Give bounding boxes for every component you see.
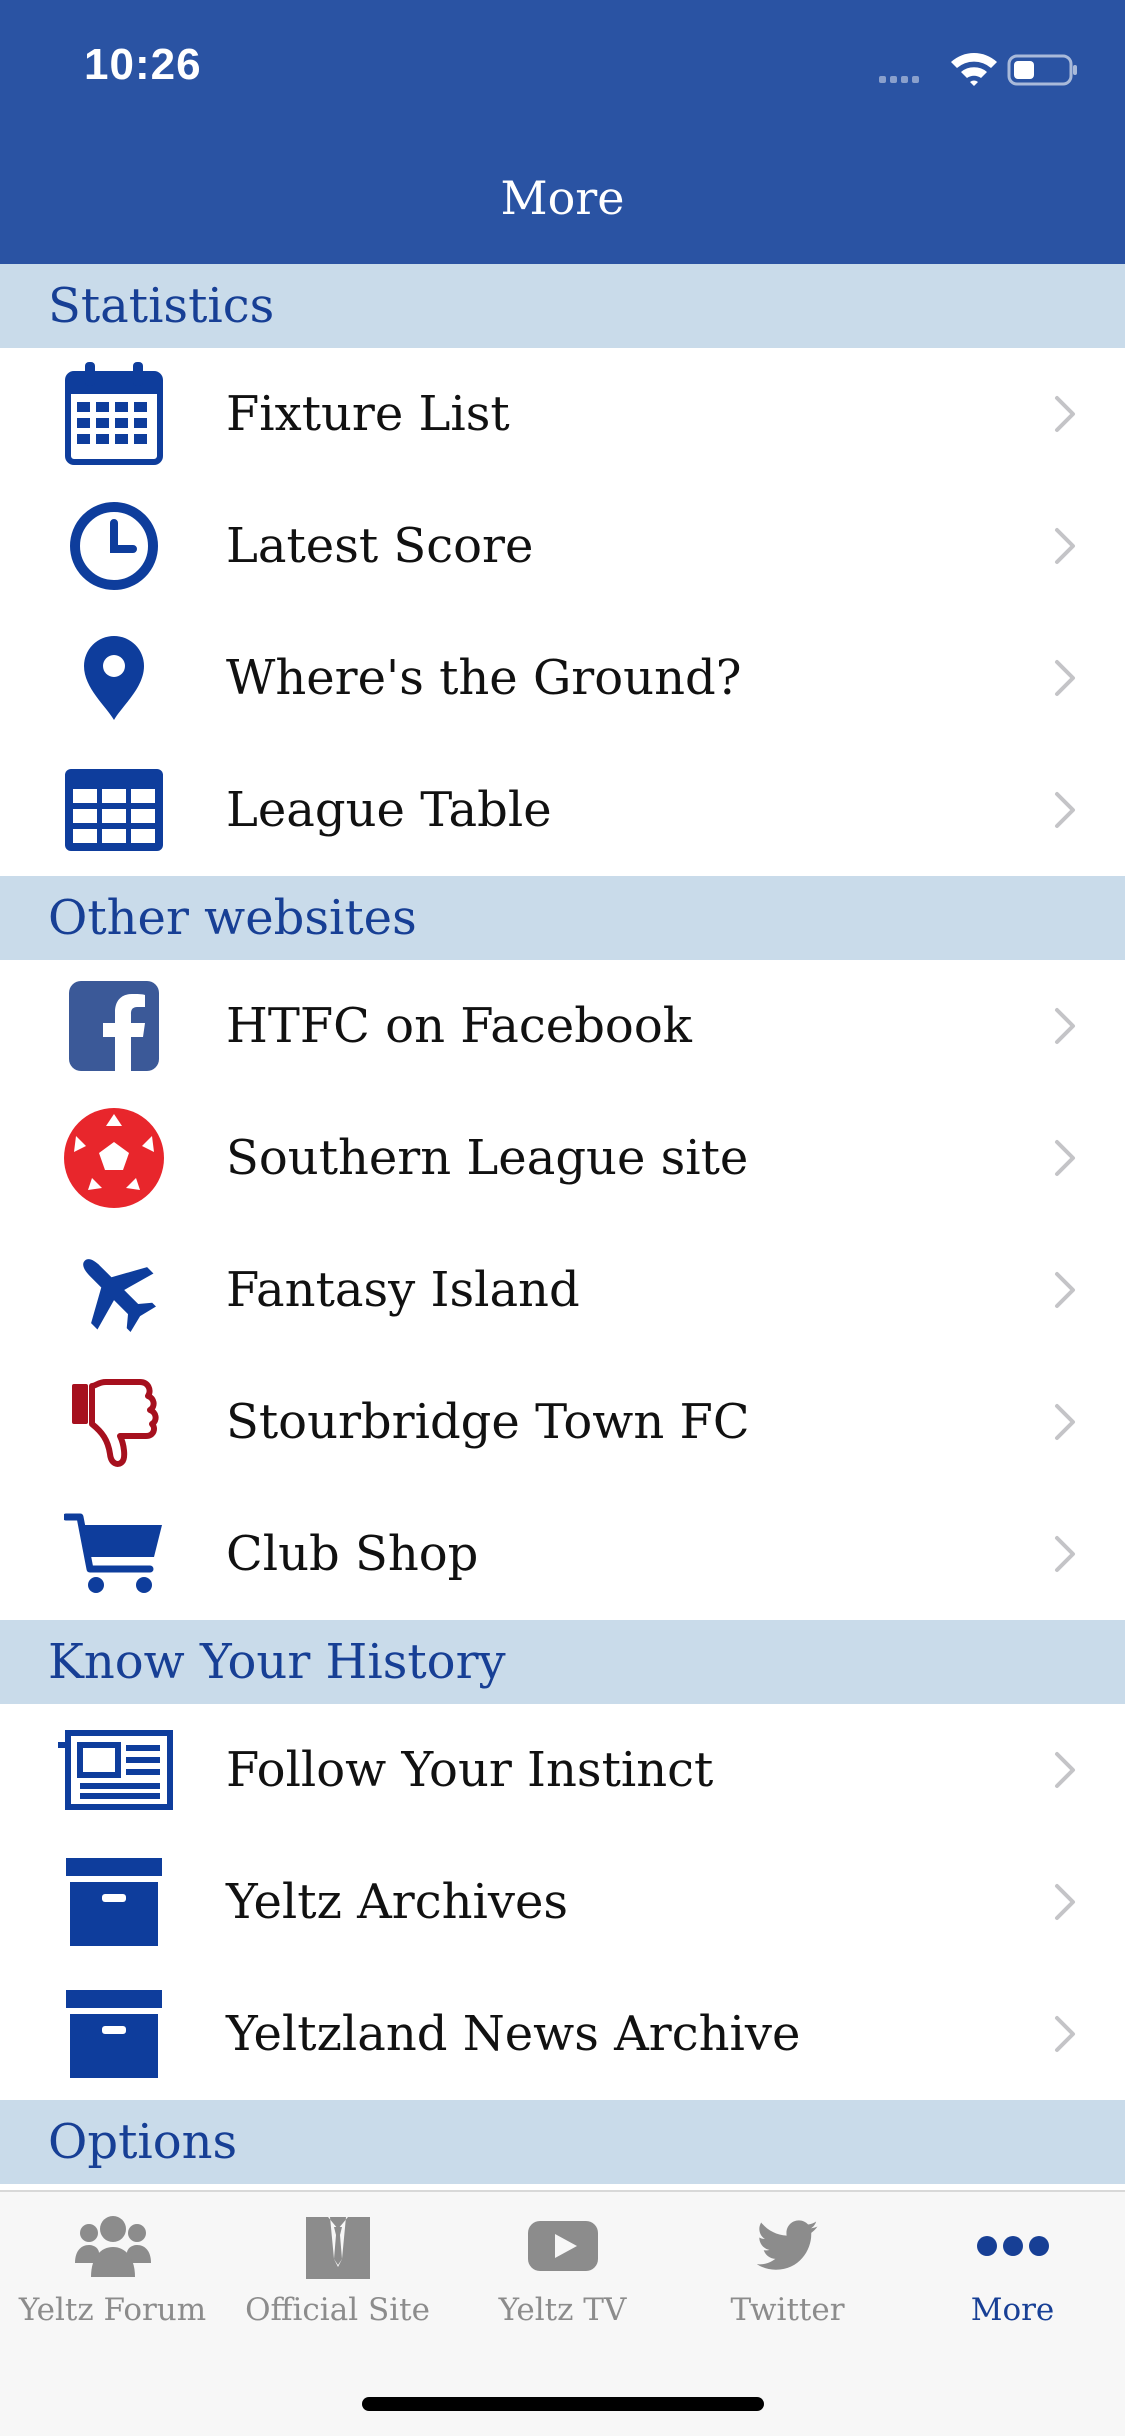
list-item-label: Yeltz Archives (226, 1874, 569, 1930)
list-item-label: Where's the Ground? (226, 650, 742, 706)
list-item-label: Stourbridge Town FC (226, 1394, 750, 1450)
chevron-right-icon (1055, 2016, 1075, 2052)
wifi-icon (951, 53, 997, 86)
football-icon (50, 1108, 178, 1208)
thumbs-down-icon (50, 1378, 178, 1467)
newspaper-icon (50, 1726, 178, 1814)
shopping-cart-icon (50, 1510, 178, 1598)
more-dots-icon (976, 2236, 1049, 2256)
chevron-right-icon (1055, 1884, 1075, 1920)
section-header-other-websites: Other websites (0, 876, 1125, 960)
list-item-league-table[interactable]: League Table (0, 744, 1125, 876)
list-item-club-shop[interactable]: Club Shop (0, 1488, 1125, 1620)
more-list[interactable]: Statistics Fixture List Latest Score Whe… (0, 264, 1125, 2190)
list-item-label: Yeltzland News Archive (226, 2006, 801, 2062)
list-item-label: Southern League site (226, 1130, 749, 1186)
chevron-right-icon (1055, 792, 1075, 828)
chevron-right-icon (1055, 1752, 1075, 1788)
users-icon (74, 2216, 151, 2277)
list-item-southern-league-site[interactable]: Southern League site (0, 1092, 1125, 1224)
chevron-right-icon (1055, 1404, 1075, 1440)
list-item-label: Fixture List (226, 386, 510, 442)
list-item-latest-score[interactable]: Latest Score (0, 480, 1125, 612)
chevron-right-icon (1055, 528, 1075, 564)
chevron-right-icon (1055, 1536, 1075, 1572)
list-item-label: Follow Your Instinct (226, 1742, 714, 1798)
section-header-statistics: Statistics (0, 264, 1125, 348)
shirt-icon (305, 2217, 370, 2279)
list-item-label: Fantasy Island (226, 1262, 580, 1318)
tab-yeltz-tv[interactable]: Yeltz TV (450, 2206, 675, 2346)
archive-box-icon (50, 1858, 178, 1946)
status-time: 10:26 (84, 40, 202, 89)
list-item-wheres-the-ground[interactable]: Where's the Ground? (0, 612, 1125, 744)
list-item-htfc-on-facebook[interactable]: HTFC on Facebook (0, 960, 1125, 1092)
cellular-signal-icon (879, 76, 919, 83)
tab-label: Twitter (730, 2292, 845, 2328)
status-icons (879, 53, 1077, 86)
tab-label: Yeltz Forum (18, 2292, 207, 2328)
nav-bar: More (0, 132, 1125, 264)
list-item-label: League Table (226, 782, 552, 838)
facebook-icon (50, 981, 178, 1071)
tab-official-site[interactable]: Official Site (225, 2206, 450, 2346)
calendar-icon (50, 362, 178, 465)
section-header-know-your-history: Know Your History (0, 1620, 1125, 1704)
page-title: More (500, 171, 625, 225)
map-pin-icon (50, 634, 178, 722)
tab-label: More (970, 2292, 1055, 2328)
list-item-follow-your-instinct[interactable]: Follow Your Instinct (0, 1704, 1125, 1836)
tab-more[interactable]: More (900, 2206, 1125, 2346)
chevron-right-icon (1055, 660, 1075, 696)
tab-twitter[interactable]: Twitter (675, 2206, 900, 2346)
clock-icon (50, 502, 178, 590)
status-bar: 10:26 (0, 0, 1125, 132)
list-item-yeltzland-news-archive[interactable]: Yeltzland News Archive (0, 1968, 1125, 2100)
airplane-icon (50, 1246, 178, 1334)
list-item-stourbridge-town-fc[interactable]: Stourbridge Town FC (0, 1356, 1125, 1488)
list-item-label: Latest Score (226, 518, 534, 574)
archive-box-icon (50, 1990, 178, 2078)
table-icon (50, 766, 178, 854)
twitter-icon (756, 2220, 818, 2270)
chevron-right-icon (1055, 1008, 1075, 1044)
chevron-right-icon (1055, 396, 1075, 432)
youtube-icon (527, 2221, 598, 2271)
battery-icon (1007, 54, 1077, 86)
tab-label: Yeltz TV (498, 2292, 627, 2328)
section-header-options: Options (0, 2100, 1125, 2184)
tab-yeltz-forum[interactable]: Yeltz Forum (0, 2206, 225, 2346)
chevron-right-icon (1055, 1272, 1075, 1308)
list-item-fantasy-island[interactable]: Fantasy Island (0, 1224, 1125, 1356)
list-item-label: HTFC on Facebook (226, 998, 692, 1054)
list-item-label: Club Shop (226, 1526, 479, 1582)
home-indicator[interactable] (362, 2397, 764, 2411)
list-item-yeltz-archives[interactable]: Yeltz Archives (0, 1836, 1125, 1968)
tab-label: Official Site (245, 2292, 430, 2328)
chevron-right-icon (1055, 1140, 1075, 1176)
list-item-fixture-list[interactable]: Fixture List (0, 348, 1125, 480)
